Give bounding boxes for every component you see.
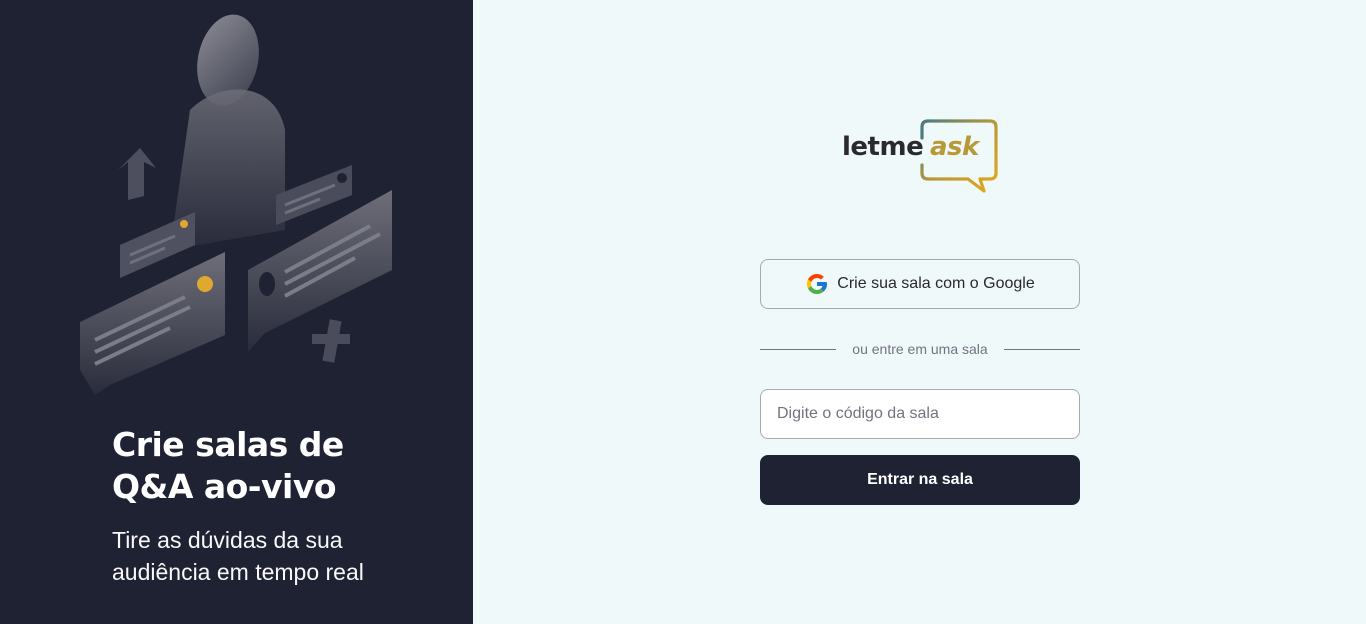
separator-text: ou entre em uma sala — [852, 341, 988, 357]
room-code-input[interactable] — [760, 389, 1080, 439]
sidebar-aside: Crie salas de Q&A ao-vivo Tire as dúvida… — [0, 0, 473, 624]
logo-text-letme: letme — [842, 132, 924, 162]
separator: ou entre em uma sala — [760, 341, 1080, 357]
google-icon — [807, 274, 828, 294]
question-answer-illustration — [80, 14, 392, 395]
google-signin-button[interactable]: Crie sua sala com o Google — [760, 259, 1080, 309]
logo-text-ask: ask — [930, 132, 979, 162]
enter-room-button[interactable]: Entrar na sala — [760, 455, 1080, 505]
google-button-label: Crie sua sala com o Google — [837, 275, 1035, 292]
auth-form: letme ask Crie sua sala com o Google ou … — [760, 118, 1080, 505]
hero-title: Crie salas de Q&A ao-vivo — [112, 425, 344, 506]
letmeask-logo: letme ask — [840, 118, 1000, 198]
main-content: letme ask Crie sua sala com o Google ou … — [473, 0, 1366, 624]
hero-subtitle: Tire as dúvidas da sua audiência em temp… — [112, 527, 364, 585]
